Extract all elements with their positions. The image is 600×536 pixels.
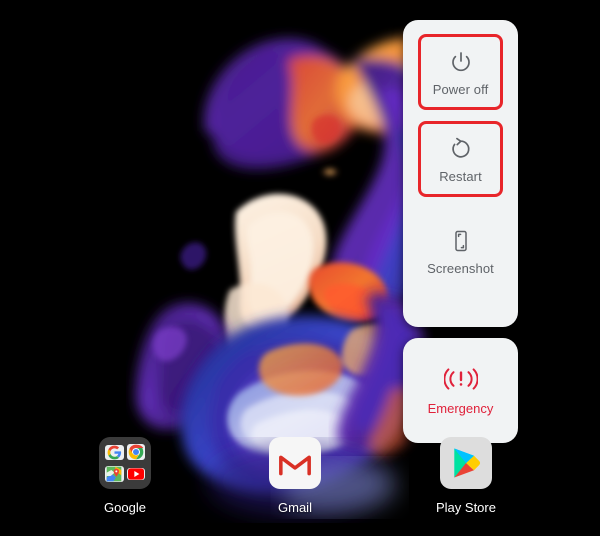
restart-label: Restart bbox=[439, 169, 482, 184]
google-folder-icon[interactable] bbox=[99, 437, 151, 489]
power-menu-panel: Power off Restart Screenshot bbox=[403, 20, 518, 327]
app-label-gmail: Gmail bbox=[278, 500, 312, 515]
screenshot-label: Screenshot bbox=[427, 261, 494, 276]
app-play-store[interactable]: Play Store bbox=[411, 437, 521, 515]
chrome-icon bbox=[126, 444, 145, 461]
power-off-button[interactable]: Power off bbox=[418, 34, 503, 110]
emergency-label: Emergency bbox=[427, 400, 494, 416]
emergency-broadcast-icon bbox=[443, 366, 478, 392]
app-google-folder[interactable]: Google bbox=[70, 437, 180, 515]
app-label-play-store: Play Store bbox=[436, 500, 496, 515]
screenshot-icon bbox=[446, 226, 476, 256]
maps-icon bbox=[105, 465, 124, 482]
screenshot-button[interactable]: Screenshot bbox=[418, 213, 503, 289]
google-g-icon bbox=[105, 444, 124, 460]
gmail-icon[interactable] bbox=[269, 437, 321, 489]
youtube-icon bbox=[126, 467, 145, 480]
app-label-google: Google bbox=[104, 500, 146, 515]
emergency-button[interactable]: Emergency bbox=[403, 338, 518, 443]
phone-screen: Power off Restart Screenshot Emergency G… bbox=[0, 0, 600, 536]
power-icon bbox=[446, 47, 476, 77]
power-off-label: Power off bbox=[432, 82, 489, 97]
app-gmail[interactable]: Gmail bbox=[240, 437, 350, 515]
restart-icon bbox=[446, 134, 476, 164]
restart-button[interactable]: Restart bbox=[418, 121, 503, 197]
play-store-icon[interactable] bbox=[440, 437, 492, 489]
